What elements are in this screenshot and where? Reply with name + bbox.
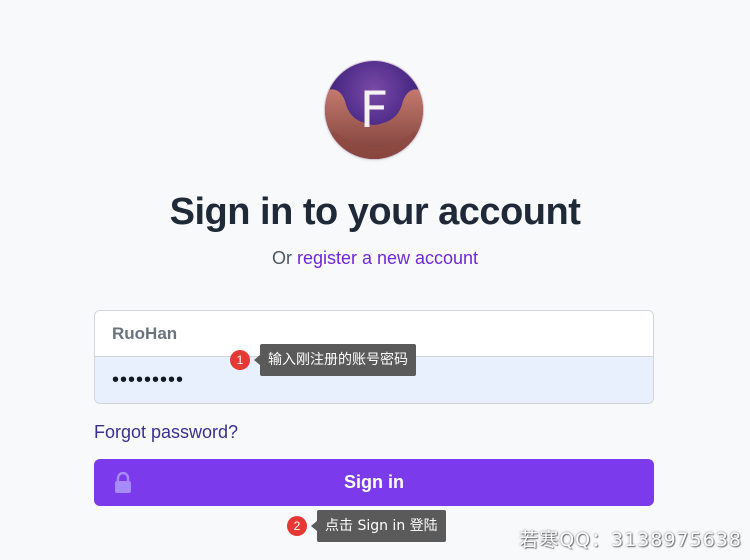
annotation-1-badge: 1 <box>230 350 250 370</box>
watermark: 若寒QQ：3138975638 <box>519 529 742 551</box>
annotation-2-badge: 2 <box>287 516 307 536</box>
lock-icon <box>113 471 133 494</box>
sign-in-label: Sign in <box>344 472 404 492</box>
subtitle-prefix: Or <box>271 248 292 268</box>
annotation-2-text: 点击 Sign in 登陆 <box>317 510 446 542</box>
logo-letter: F <box>360 81 389 139</box>
sign-in-button[interactable]: Sign in <box>94 459 654 506</box>
register-prompt: Or register a new account <box>0 246 750 270</box>
forgot-password-link[interactable]: Forgot password? <box>94 420 238 444</box>
annotation-1: 1 输入刚注册的账号密码 <box>230 344 416 376</box>
page-title: Sign in to your account <box>169 191 581 233</box>
app-logo: F <box>325 61 423 159</box>
annotation-2: 2 点击 Sign in 登陆 <box>287 510 446 542</box>
register-link[interactable]: register a new account <box>297 248 478 268</box>
annotation-1-text: 输入刚注册的账号密码 <box>260 344 416 376</box>
